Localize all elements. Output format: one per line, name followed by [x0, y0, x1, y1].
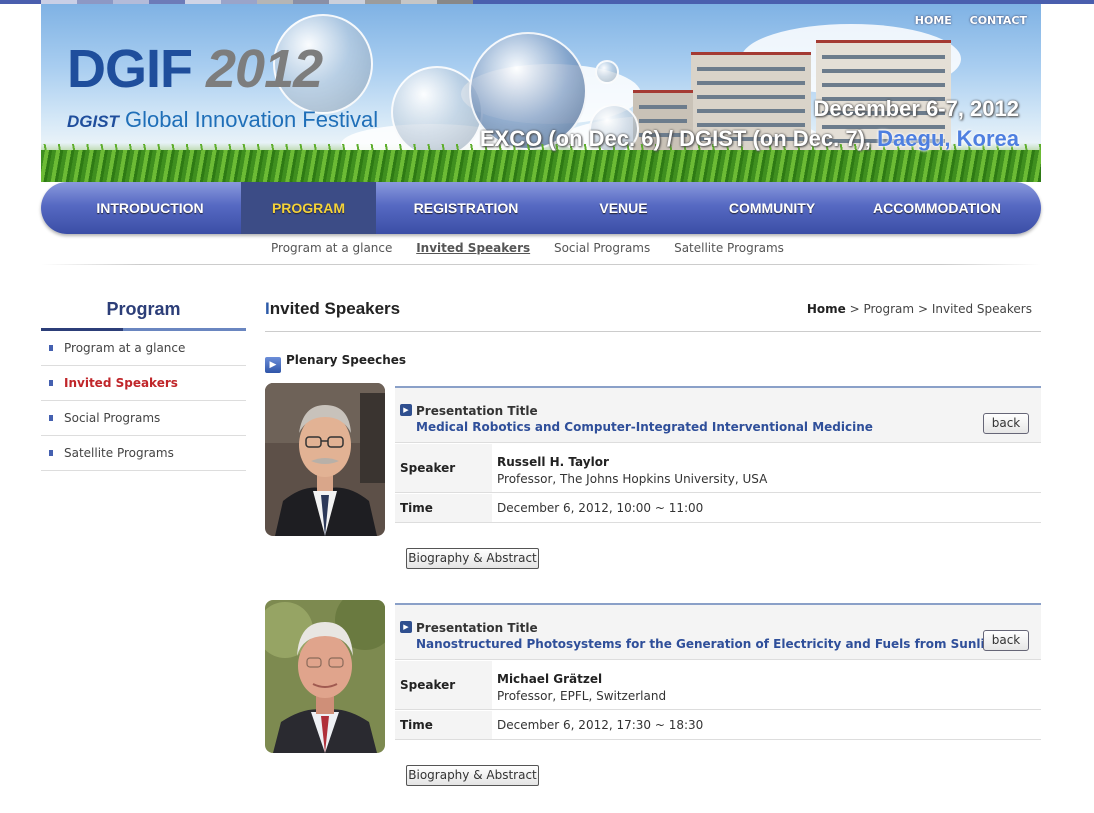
breadcrumb-home[interactable]: Home: [807, 302, 846, 316]
speaker-affiliation: Professor, EPFL, Switzerland: [497, 689, 667, 703]
event-city: Daegu, Korea: [877, 126, 1019, 151]
speaker-affiliation: Professor, The Johns Hopkins University,…: [497, 472, 768, 486]
speaker-label: Speaker: [395, 661, 492, 709]
subnav-invited-speakers[interactable]: Invited Speakers: [416, 241, 530, 255]
arrow-right-icon: ▶: [400, 404, 412, 416]
event-venue: EXCO (on Dec. 6) / DGIST (on Dec. 7), Da…: [479, 126, 1019, 151]
sidebar-item-program-at-a-glance[interactable]: Program at a glance: [41, 331, 246, 366]
back-button[interactable]: back: [983, 630, 1029, 651]
contact-link[interactable]: CONTACT: [970, 14, 1027, 27]
time-label: Time: [395, 494, 492, 522]
presentation-time: December 6, 2012, 17:30 ~ 18:30: [497, 718, 704, 732]
bullet-icon: [49, 415, 53, 421]
time-label: Time: [395, 711, 492, 739]
bullet-icon: [49, 380, 53, 386]
arrow-right-icon: ▶: [400, 621, 412, 633]
sidebar-item-social-programs[interactable]: Social Programs: [41, 401, 246, 436]
sub-navigation: Program at a glance Invited Speakers Soc…: [271, 241, 804, 255]
subnav-program-at-a-glance[interactable]: Program at a glance: [271, 241, 392, 255]
presentation-title: Medical Robotics and Computer-Integrated…: [416, 420, 873, 434]
breadcrumb-current: Invited Speakers: [931, 302, 1032, 316]
speaker-name: Russell H. Taylor: [497, 455, 609, 469]
sidebar-title: Program: [106, 299, 181, 319]
speaker-row: Speaker Russell H. Taylor Professor, The…: [395, 444, 1041, 493]
presentation-title-panel: ▶ Presentation Title Nanostructured Photo…: [395, 603, 1041, 660]
festival-logo[interactable]: DGIF 2012: [67, 39, 323, 99]
top-links: HOME CONTACT: [901, 14, 1027, 27]
main-navigation: INTRODUCTION PROGRAM REGISTRATION VENUE …: [41, 182, 1041, 234]
speaker-name: Michael Grätzel: [497, 672, 603, 686]
speaker-label: Speaker: [395, 444, 492, 492]
biography-abstract-button[interactable]: Biography & Abstract: [406, 548, 539, 569]
subnav-divider: [41, 264, 1041, 265]
speaker-photo: [265, 383, 385, 536]
nav-introduction[interactable]: INTRODUCTION: [61, 182, 239, 234]
speaker-photo: [265, 600, 385, 753]
nav-venue[interactable]: VENUE: [556, 182, 691, 234]
biography-abstract-button[interactable]: Biography & Abstract: [406, 765, 539, 786]
presentation-title-panel: ▶ Presentation Title Medical Robotics and…: [395, 386, 1041, 443]
header-banner: DGIF 2012 DGIST Global Innovation Festiva…: [41, 4, 1041, 182]
arrow-right-icon: ▶: [265, 357, 281, 373]
logo-title: DGIF: [67, 39, 193, 99]
logo-subtitle: DGIST Global Innovation Festival: [67, 107, 379, 132]
sidebar-item-invited-speakers[interactable]: Invited Speakers: [41, 366, 246, 401]
page-title: Invited Speakers: [265, 299, 401, 318]
speaker-row: Speaker Michael Grätzel Professor, EPFL,…: [395, 661, 1041, 710]
sidebar-item-satellite-programs[interactable]: Satellite Programs: [41, 436, 246, 471]
nav-program[interactable]: PROGRAM: [241, 182, 376, 234]
time-row: Time December 6, 2012, 17:30 ~ 18:30: [395, 711, 1041, 740]
bullet-icon: [49, 450, 53, 456]
nav-community[interactable]: COMMUNITY: [701, 182, 843, 234]
content-divider: [265, 331, 1041, 332]
breadcrumb-program[interactable]: Program: [863, 302, 914, 316]
section-heading: ▶ Plenary Speeches: [265, 353, 406, 373]
subnav-social-programs[interactable]: Social Programs: [554, 241, 650, 255]
presentation-title: Nanostructured Photosystems for the Gene…: [416, 637, 1008, 651]
back-button[interactable]: back: [983, 413, 1029, 434]
nav-accommodation[interactable]: ACCOMMODATION: [853, 182, 1021, 234]
nav-registration[interactable]: REGISTRATION: [386, 182, 546, 234]
bullet-icon: [49, 345, 53, 351]
dgist-logo: DGIST: [67, 112, 119, 131]
presentation-time: December 6, 2012, 10:00 ~ 11:00: [497, 501, 704, 515]
breadcrumb: Home > Program > Invited Speakers: [806, 302, 1032, 316]
subnav-satellite-programs[interactable]: Satellite Programs: [674, 241, 784, 255]
home-link[interactable]: HOME: [915, 14, 952, 27]
event-date: December 6-7, 2012: [813, 96, 1019, 121]
logo-year: 2012: [206, 39, 323, 99]
time-row: Time December 6, 2012, 10:00 ~ 11:00: [395, 494, 1041, 523]
